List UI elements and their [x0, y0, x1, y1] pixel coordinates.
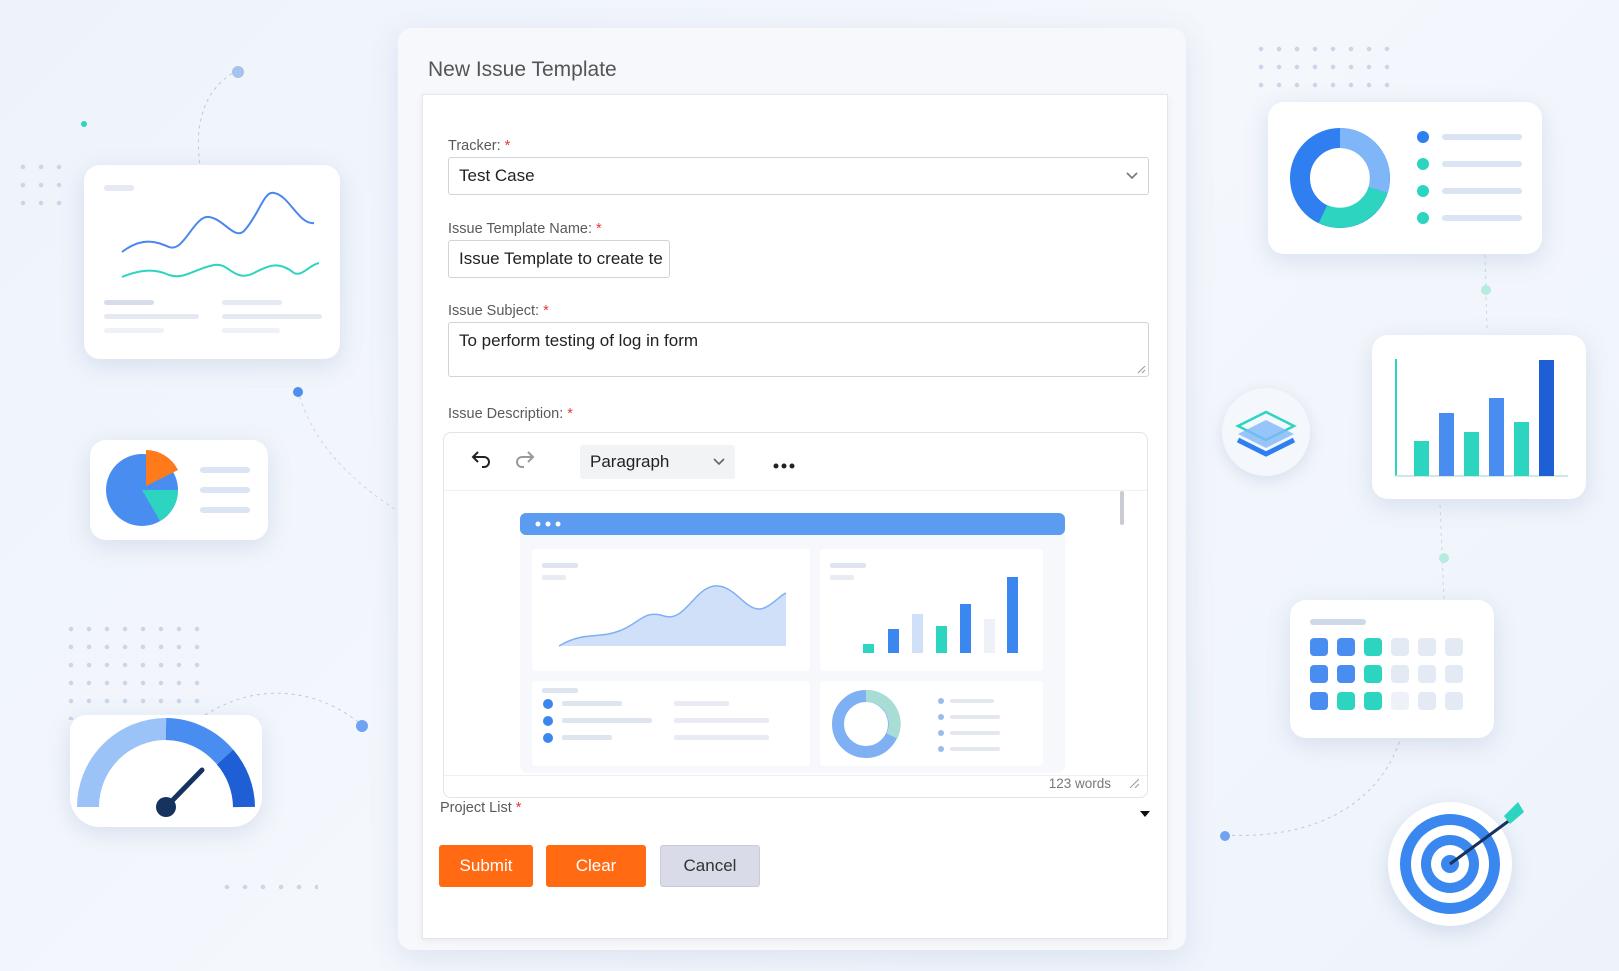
gauge-graphic	[77, 718, 255, 817]
line-chart-graphic	[104, 185, 322, 333]
description-label-text: Issue Description:	[448, 406, 564, 422]
editor-resize-handle[interactable]	[1129, 777, 1140, 791]
submit-button[interactable]: Submit	[439, 845, 533, 887]
required-marker: *	[543, 303, 549, 319]
format-select-value: Paragraph	[590, 451, 670, 471]
embedded-dashboard-image	[520, 491, 1124, 773]
editor-statusbar	[444, 775, 1147, 797]
page-title: New Issue Template	[428, 58, 617, 81]
decor-bar-chart-card	[1372, 335, 1586, 499]
word-count: 123 words	[1048, 776, 1111, 791]
description-editor[interactable]: Paragraph 123 words	[443, 432, 1148, 798]
more-options-icon	[773, 463, 795, 468]
decor-line-chart-card	[84, 165, 340, 359]
decor-donut-card	[1268, 102, 1542, 254]
required-marker: *	[567, 406, 573, 422]
template-name-label: Issue Template Name: *	[448, 221, 602, 237]
caret-down-icon	[1140, 811, 1150, 817]
format-select[interactable]: Paragraph	[580, 444, 735, 479]
layers-icon	[1235, 410, 1297, 457]
form-panel: Tracker: * Test Case Issue Template Name:…	[422, 94, 1168, 939]
undo-icon	[471, 450, 490, 468]
redo-button[interactable]	[512, 448, 538, 476]
subject-textarea-value: To perform testing of log in form	[459, 331, 699, 350]
pie-chart-graphic	[106, 450, 250, 526]
undo-button[interactable]	[468, 448, 494, 476]
decor-pie-card	[90, 440, 268, 540]
subject-label: Issue Subject: *	[448, 303, 549, 319]
project-list-dropdown[interactable]	[440, 797, 1150, 827]
resize-handle-icon	[1129, 778, 1140, 789]
tracker-select[interactable]: Test Case	[448, 157, 1149, 195]
chevron-down-icon	[713, 457, 725, 465]
more-options-button[interactable]	[773, 449, 795, 475]
template-name-input[interactable]: Issue Template to create te	[448, 240, 670, 278]
decor-gauge-card	[70, 715, 262, 827]
required-marker: *	[596, 221, 602, 237]
tracker-label-text: Tracker:	[448, 138, 501, 154]
issue-template-card: New Issue Template Tracker: * Test Case I…	[398, 28, 1186, 950]
grid-graphic	[1310, 619, 1463, 710]
clear-button[interactable]: Clear	[546, 845, 646, 887]
tracker-select-value: Test Case	[459, 166, 535, 185]
template-name-label-text: Issue Template Name:	[448, 221, 592, 237]
decor-layers-icon	[1222, 388, 1310, 476]
tracker-label: Tracker: *	[448, 138, 510, 154]
bar-chart-graphic	[1395, 359, 1568, 477]
resize-handle-icon[interactable]	[1137, 365, 1146, 374]
decor-grid-card	[1290, 600, 1494, 738]
editor-toolbar: Paragraph	[444, 433, 1147, 491]
required-marker: *	[504, 138, 511, 154]
decor-target-icon	[1388, 802, 1524, 926]
subject-textarea[interactable]: To perform testing of log in form	[448, 322, 1149, 377]
template-name-input-value: Issue Template to create te	[459, 249, 663, 268]
redo-icon	[516, 450, 535, 468]
target-icon	[1400, 802, 1524, 914]
cancel-button[interactable]: Cancel	[660, 845, 760, 887]
description-label: Issue Description: *	[448, 406, 573, 422]
chevron-down-icon	[1126, 172, 1138, 180]
donut-chart-graphic	[1290, 128, 1522, 228]
subject-label-text: Issue Subject:	[448, 303, 540, 319]
